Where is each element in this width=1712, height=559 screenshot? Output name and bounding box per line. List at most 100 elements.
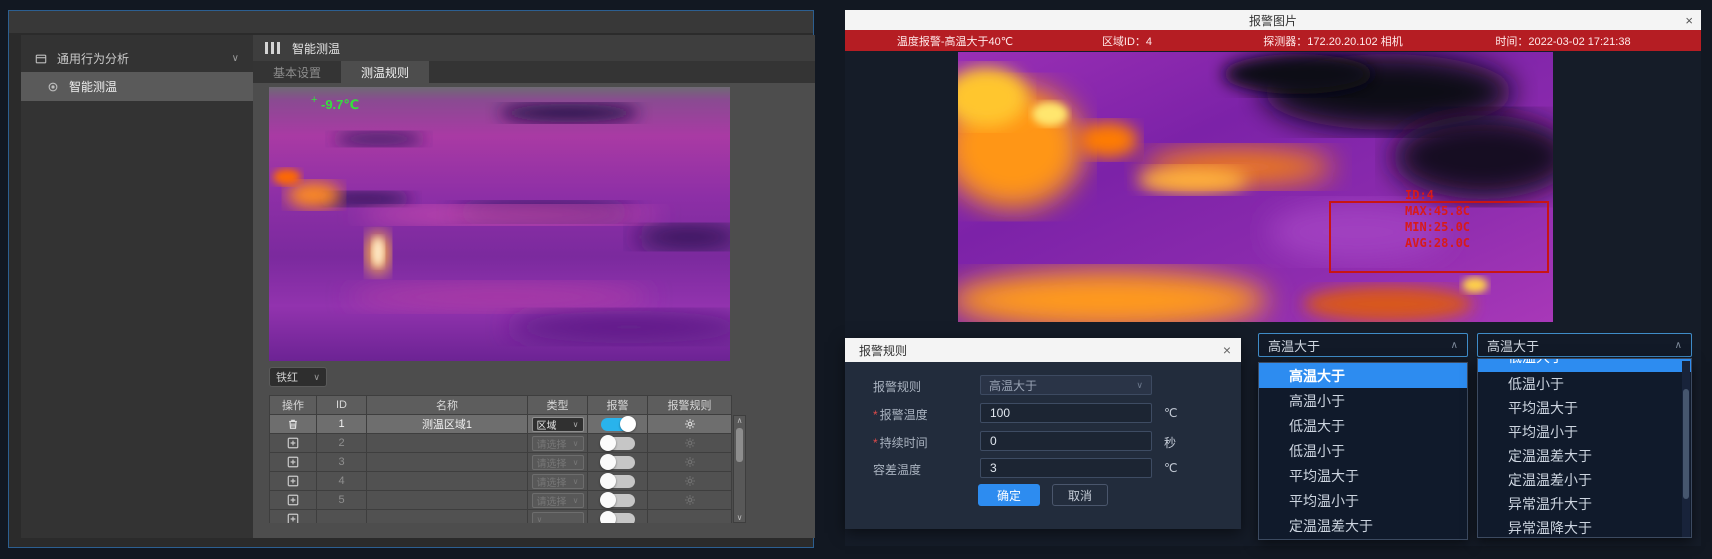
type-select[interactable]: 请选择∨	[532, 474, 584, 489]
scroll-up-icon[interactable]: ∧	[734, 416, 745, 425]
alarm-rule-button[interactable]	[684, 494, 696, 506]
add-region-button[interactable]	[284, 455, 302, 469]
tab-thermometry-rules[interactable]: 测温规则	[341, 61, 429, 83]
sidebar: 通用行为分析 ∨ 智能测温	[21, 35, 253, 538]
type-select[interactable]: 请选择∨	[532, 436, 584, 451]
sidebar-item-label: 智能测温	[69, 78, 117, 95]
chevron-down-icon: ∨	[537, 515, 543, 524]
alarm-time-text: 时间：2022-03-02 17:21:38	[1495, 30, 1630, 51]
dropdown-select[interactable]: 高温大于 ∧	[1258, 333, 1468, 357]
add-region-button[interactable]	[284, 493, 302, 507]
type-select[interactable]: 区域∨	[532, 417, 584, 432]
option-item[interactable]: 低温小于	[1259, 438, 1467, 463]
close-icon[interactable]: ×	[1223, 338, 1231, 362]
type-select[interactable]: 请选择∨	[532, 493, 584, 508]
chevron-down-icon: ∨	[573, 477, 579, 486]
dropdown-value: 高温大于	[1487, 336, 1539, 355]
alarm-rule-button[interactable]	[684, 456, 696, 468]
screenshot-canvas: 通用行为分析 ∨ 智能测温 智能测温 基本设置 测温规则	[0, 0, 1712, 559]
option-item[interactable]: 平均温大于	[1259, 463, 1467, 488]
dropdown-value: 高温大于	[1268, 336, 1320, 355]
cancel-button[interactable]: 取消	[1052, 484, 1108, 506]
palette-select[interactable]: 铁红 ∨	[269, 367, 327, 387]
chevron-down-icon: ∨	[573, 420, 579, 429]
field-label: 报警温度	[880, 408, 928, 422]
sidebar-item-smart-thermometry[interactable]: 智能测温	[21, 72, 253, 101]
confirm-button[interactable]: 确定	[978, 484, 1040, 506]
scrollbar-thumb[interactable]	[736, 428, 743, 462]
table-scrollbar[interactable]: ∧ ∨	[733, 415, 746, 523]
chevron-up-icon: ∧	[1451, 340, 1458, 351]
alarm-toggle[interactable]	[601, 494, 635, 507]
type-select[interactable]: ∨	[532, 512, 584, 524]
col-operation: 操作	[269, 395, 317, 415]
option-item[interactable]: 定温温差小于	[1259, 538, 1467, 540]
option-item[interactable]: 高温小于	[1259, 388, 1467, 413]
alarm-toggle[interactable]	[601, 513, 635, 524]
add-region-button[interactable]	[284, 512, 302, 523]
col-name: 名称	[367, 395, 528, 415]
col-id: ID	[317, 395, 367, 415]
rule-type-select[interactable]: 高温大于 ∨	[980, 375, 1152, 395]
option-item[interactable]: 定温温差小于	[1478, 468, 1691, 492]
alarm-rule-button[interactable]	[684, 437, 696, 449]
tab-basic-settings[interactable]: 基本设置	[253, 61, 341, 83]
option-item[interactable]: 平均温小于	[1478, 420, 1691, 444]
option-item[interactable]: 平均温大于	[1478, 396, 1691, 420]
alarm-toggle[interactable]	[601, 475, 635, 488]
option-item[interactable]: 定温温差大于	[1259, 513, 1467, 538]
panel-header: 智能测温	[253, 35, 815, 61]
option-item-partial[interactable]: 低温大于	[1478, 359, 1691, 372]
option-item[interactable]: 低温小于	[1478, 372, 1691, 396]
roi-max-label: MAX:45.8C	[1405, 204, 1470, 218]
col-alarm: 报警	[588, 395, 648, 415]
type-select[interactable]: 请选择∨	[532, 455, 584, 470]
alarm-rule-button[interactable]	[684, 475, 696, 487]
dropdown-options-panel: 高温大于 高温小于 低温大于 低温小于 平均温大于 平均温小于 定温温差大于 定…	[1258, 362, 1468, 540]
alarm-region-text: 区域ID：4	[1102, 30, 1152, 51]
delete-region-button[interactable]	[284, 417, 302, 431]
required-mark: *	[873, 436, 878, 450]
field-label: 容差温度	[873, 461, 921, 478]
sidebar-item-behavior-analysis[interactable]: 通用行为分析 ∨	[21, 45, 253, 72]
plus-square-icon	[287, 494, 299, 506]
scrollbar-thumb[interactable]	[1683, 389, 1689, 499]
alarm-toggle[interactable]	[601, 418, 635, 431]
table-row: 1 测温区域1 区域∨	[269, 415, 732, 434]
field-row-duration: *持续时间 秒	[845, 431, 1241, 451]
table-row: 3 请选择∨	[269, 453, 732, 472]
duration-input[interactable]	[980, 431, 1152, 451]
thermal-preview-canvas[interactable]: + -9.7℃	[269, 87, 730, 361]
required-mark: *	[873, 408, 878, 422]
option-item[interactable]: 低温大于	[1259, 413, 1467, 438]
option-item[interactable]: 高温大于	[1259, 363, 1467, 388]
alarm-toggle[interactable]	[601, 456, 635, 469]
row-id: 5	[317, 491, 367, 510]
menu-bars-icon	[265, 42, 280, 54]
alarm-temperature-input[interactable]	[980, 403, 1152, 423]
roi-id-label: ID:4	[1405, 188, 1434, 202]
close-icon[interactable]: ×	[1685, 10, 1693, 30]
tolerance-input[interactable]	[980, 458, 1152, 478]
main-panel: 智能测温 基本设置 测温规则	[253, 35, 815, 538]
option-item[interactable]: 异常温升大于	[1478, 492, 1691, 516]
gear-icon	[684, 418, 696, 430]
scroll-down-icon[interactable]: ∨	[734, 513, 745, 522]
chevron-down-icon: ∨	[573, 496, 579, 505]
add-region-button[interactable]	[284, 474, 302, 488]
spot-temperature-label: -9.7℃	[321, 97, 359, 112]
row-id: 1	[317, 415, 367, 434]
chevron-down-icon: ∨	[573, 458, 579, 467]
alarm-rule-button[interactable]	[684, 418, 696, 430]
option-item[interactable]: 平均温小于	[1259, 488, 1467, 513]
alarm-toggle[interactable]	[601, 437, 635, 450]
regions-table: 操作 ID 名称 类型 报警 报警规则 1 测温区域1 区域∨	[269, 395, 746, 523]
add-region-button[interactable]	[284, 436, 302, 450]
dropdown-select[interactable]: 高温大于 ∧	[1477, 333, 1692, 357]
dialog-title: 报警规则	[859, 342, 907, 359]
unit-label: ℃	[1164, 406, 1177, 420]
row-name	[367, 491, 528, 510]
option-item[interactable]: 异常温降大于	[1478, 516, 1691, 538]
option-item[interactable]: 定温温差大于	[1478, 444, 1691, 468]
dropdown-scrollbar[interactable]	[1682, 361, 1690, 537]
